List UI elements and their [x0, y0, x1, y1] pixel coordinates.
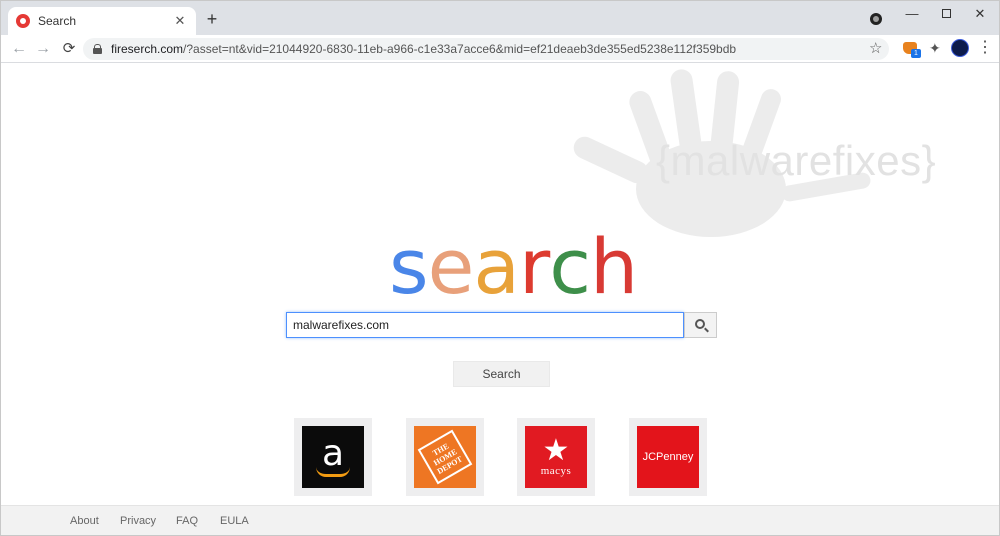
address-bar[interactable]: fireserch.com/?asset=nt&vid=21044920-683… [83, 38, 889, 60]
search-input[interactable] [286, 312, 684, 338]
tile-homedepot[interactable]: THE HOME DEPOT [406, 418, 484, 496]
logo-letter: s [389, 222, 429, 311]
jcpenney-logo-icon: JCPenney [637, 426, 699, 488]
star-icon: ★ [542, 434, 570, 467]
profile-avatar[interactable] [951, 39, 969, 57]
tab-search[interactable]: Search ✕ [8, 7, 196, 35]
homedepot-text: THE HOME DEPOT [430, 441, 464, 476]
minimize-button[interactable]: — [899, 5, 925, 23]
footer-link-about[interactable]: About [70, 515, 99, 527]
logo-letter: a [473, 222, 520, 311]
homedepot-logo-icon: THE HOME DEPOT [414, 426, 476, 488]
maximize-icon [941, 9, 951, 18]
tile-amazon[interactable]: a [294, 418, 372, 496]
fire-favicon-icon [16, 14, 30, 28]
extension-badge: 1 [911, 49, 921, 58]
tile-jcpenney[interactable]: JCPenney [629, 418, 707, 496]
search-logo: search [389, 222, 638, 311]
macys-text: macys [540, 465, 572, 477]
back-button[interactable]: ← [9, 39, 29, 59]
footer-link-faq[interactable]: FAQ [176, 515, 198, 527]
page-content: {malwarefixes} search Search a THE HOME … [1, 63, 999, 535]
logo-letter: c [549, 222, 591, 311]
url-path: /?asset=nt&vid=21044920-6830-11eb-a966-c… [183, 42, 737, 56]
new-tab-button[interactable]: + [203, 10, 221, 28]
browser-window: Search ✕ + — ✕ ← → ⟳ fireserch.com/?asse… [0, 0, 1000, 536]
profile-indicator-icon[interactable] [870, 13, 882, 25]
forward-button[interactable]: → [33, 39, 53, 59]
tile-macys[interactable]: ★ macys [517, 418, 595, 496]
amazon-smile-icon [316, 467, 350, 477]
tab-strip: Search ✕ + — ✕ [1, 1, 999, 35]
url-host: fireserch.com [111, 42, 184, 56]
page-footer: About Privacy FAQ EULA [1, 505, 999, 535]
logo-letter: h [590, 222, 638, 311]
amazon-logo-icon: a [302, 426, 364, 488]
browser-menu-icon[interactable]: ⋮ [977, 38, 993, 58]
homedepot-box: THE HOME DEPOT [417, 429, 473, 485]
close-tab-icon[interactable]: ✕ [172, 13, 188, 29]
jcpenney-text: JCPenney [642, 451, 694, 463]
maximize-button[interactable] [933, 5, 959, 23]
bookmark-star-icon[interactable]: ☆ [869, 39, 882, 57]
malwarefixes-watermark: {malwarefixes} [656, 137, 937, 184]
tab-title: Search [38, 14, 77, 28]
lock-icon[interactable] [93, 44, 102, 54]
reload-button[interactable]: ⟳ [59, 39, 79, 59]
search-button[interactable]: Search [453, 361, 550, 387]
footer-link-eula[interactable]: EULA [220, 515, 249, 527]
search-submit-button[interactable] [684, 312, 717, 338]
shortcut-tiles: a THE HOME DEPOT ★ macys JCPenney [1, 418, 999, 498]
browser-toolbar: ← → ⟳ fireserch.com/?asset=nt&vid=210449… [1, 35, 999, 63]
macys-logo-icon: ★ macys [525, 426, 587, 488]
extensions-puzzle-icon[interactable]: ✦ [929, 40, 941, 57]
logo-letter: r [518, 222, 550, 311]
footer-link-privacy[interactable]: Privacy [120, 515, 156, 527]
amazon-letter: a [321, 433, 345, 474]
close-window-button[interactable]: ✕ [967, 5, 993, 23]
url-text[interactable]: fireserch.com/?asset=nt&vid=21044920-683… [111, 42, 736, 56]
logo-letter: e [427, 222, 475, 311]
search-icon [695, 319, 705, 329]
